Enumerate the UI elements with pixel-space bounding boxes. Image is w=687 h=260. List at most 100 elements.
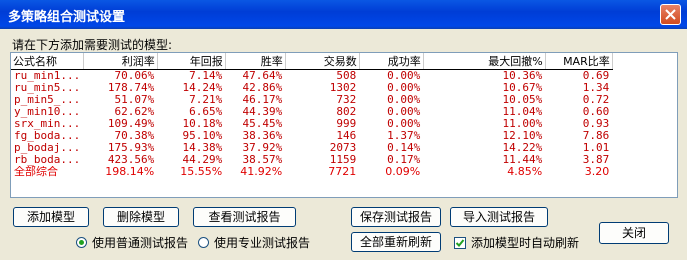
col-header[interactable]: MAR比率 — [545, 53, 613, 70]
table-row[interactable]: ru_min5... 178.74% 14.24% 42.86% 1302 0.00% 10… — [11, 82, 612, 94]
metric-cell: 109.49% — [107, 118, 155, 130]
model-table[interactable]: 公式名称 利润率 年回报 胜率 交易数 成功率 最大回撤% MAR比率 ru_m… — [10, 52, 678, 198]
formula-name-cell: ru_min1... — [14, 69, 81, 82]
title-bar[interactable]: 多策略组合测试设置 — [0, 0, 687, 29]
metric-cell: 38.57% — [242, 154, 283, 166]
metric-cell: 7.14% — [189, 69, 223, 82]
metric-cell: 178.74% — [107, 82, 155, 94]
col-header[interactable]: 交易数 — [285, 53, 360, 70]
metric-cell: 0.00% — [387, 82, 421, 94]
metric-cell: 3.20 — [584, 166, 610, 178]
metric-cell: 6.65% — [189, 106, 223, 118]
metric-cell: 95.10% — [182, 130, 223, 142]
formula-name-cell: rb_boda... — [14, 154, 81, 166]
metric-cell: 2073 — [329, 142, 357, 154]
pro-report-radio[interactable]: 使用专业测试报告 — [198, 234, 310, 251]
col-header[interactable]: 公式名称 — [11, 53, 84, 70]
metric-cell: 46.17% — [242, 94, 283, 106]
metric-cell: 10.67% — [502, 82, 543, 94]
formula-name-cell: 全部综合 — [14, 166, 58, 178]
col-header[interactable]: 最大回撤% — [423, 53, 546, 70]
formula-name-cell: p_bodaj... — [14, 142, 81, 154]
metric-cell: 1302 — [329, 82, 357, 94]
metric-cell: 7.21% — [189, 94, 223, 106]
metric-cell: 999 — [336, 118, 357, 130]
metric-cell: 0.09% — [385, 166, 421, 178]
normal-report-radio[interactable]: 使用普通测试报告 — [76, 234, 188, 251]
table-row[interactable]: p_bodaj... 175.93% 14.38% 37.92% 2073 0.14% 14… — [11, 142, 612, 154]
metric-cell: 10.36% — [502, 69, 543, 82]
metric-cell: 7721 — [328, 166, 357, 178]
metric-cell: 0.93 — [582, 118, 610, 130]
view-report-button[interactable]: 查看测试报告 — [193, 207, 296, 227]
formula-name-cell: srx_min... — [14, 118, 81, 130]
metric-cell: 175.93% — [107, 142, 155, 154]
metric-cell: 4.85% — [507, 166, 543, 178]
metric-cell: 11.00% — [502, 118, 543, 130]
table-row[interactable]: p_min5_... 51.07% 7.21% 46.17% 732 0.00% 10.05… — [11, 94, 612, 106]
metric-cell: 44.39% — [242, 106, 283, 118]
close-icon[interactable] — [660, 4, 681, 25]
table-row[interactable]: fg_boda... 70.38% 95.10% 38.36% 146 1.37% 12.1… — [11, 130, 612, 142]
metric-cell: 0.00% — [387, 118, 421, 130]
col-header[interactable]: 胜率 — [225, 53, 286, 70]
metric-cell: 70.06% — [114, 69, 155, 82]
table-header-row: 公式名称 利润率 年回报 胜率 交易数 成功率 最大回撤% MAR比率 — [11, 53, 613, 70]
metric-cell: 732 — [336, 94, 357, 106]
normal-report-label: 使用普通测试报告 — [92, 236, 189, 250]
metric-cell: 0.69 — [582, 69, 610, 82]
metric-cell: 12.10% — [502, 130, 543, 142]
metric-cell: 70.38% — [114, 130, 155, 142]
metric-cell: 0.00% — [387, 106, 421, 118]
metric-cell: 47.64% — [242, 69, 283, 82]
metric-cell: 1159 — [329, 154, 357, 166]
metric-cell: 508 — [336, 69, 357, 82]
table-row[interactable]: srx_min... 109.49% 10.18% 45.45% 999 0.00% 11.… — [11, 118, 612, 130]
metric-cell: 802 — [336, 106, 357, 118]
metric-cell: 10.05% — [502, 94, 543, 106]
metric-cell: 0.17% — [387, 154, 421, 166]
add-model-button[interactable]: 添加模型 — [13, 207, 89, 227]
metric-cell: 0.72 — [582, 94, 610, 106]
table-row[interactable]: rb_boda... 423.56% 44.29% 38.57% 1159 0.17% 11… — [11, 154, 612, 166]
metric-cell: 44.29% — [182, 154, 223, 166]
metric-cell: 10.18% — [182, 118, 223, 130]
formula-name-cell: ru_min5... — [14, 82, 81, 94]
metric-cell: 51.07% — [114, 94, 155, 106]
auto-refresh-label: 添加模型时自动刷新 — [471, 236, 580, 250]
metric-cell: 1.34 — [582, 82, 610, 94]
col-header[interactable]: 年回报 — [157, 53, 226, 70]
window-title: 多策略组合测试设置 — [8, 10, 126, 25]
import-report-button[interactable]: 导入测试报告 — [450, 207, 548, 227]
auto-refresh-checkbox[interactable]: 添加模型时自动刷新 — [454, 234, 579, 251]
col-header[interactable]: 利润率 — [83, 53, 158, 70]
delete-model-button[interactable]: 删除模型 — [103, 207, 179, 227]
metric-cell: 0.14% — [387, 142, 421, 154]
table-row[interactable]: y_min10... 62.62% 6.65% 44.39% 802 0.00% 11.04… — [11, 106, 612, 118]
dialog-window: 多策略组合测试设置 请在下方添加需要测试的模型: 公式名称 利润率 年回报 胜率… — [0, 0, 687, 260]
col-header[interactable]: 成功率 — [359, 53, 424, 70]
total-row[interactable]: 全部综合 198.14% 15.55% 41.92% 7721 0.09% 4.85% 3.2… — [11, 166, 612, 178]
close-button[interactable]: 关闭 — [599, 222, 669, 244]
formula-name-cell: y_min10... — [14, 106, 81, 118]
checkbox-checked-icon — [454, 236, 466, 249]
metric-cell: 14.24% — [182, 82, 223, 94]
metric-cell: 11.04% — [502, 106, 543, 118]
metric-cell: 38.36% — [242, 130, 283, 142]
metric-cell: 41.92% — [240, 166, 283, 178]
metric-cell: 15.55% — [180, 166, 223, 178]
metric-cell: 423.56% — [107, 154, 155, 166]
table-row[interactable]: ru_min1... 70.06% 7.14% 47.64% 508 0.00% 10.36… — [11, 70, 612, 83]
metric-cell: 42.86% — [242, 82, 283, 94]
pro-report-label: 使用专业测试报告 — [214, 236, 311, 250]
metric-cell: 45.45% — [242, 118, 283, 130]
metric-cell: 0.00% — [387, 69, 421, 82]
metric-cell: 11.44% — [502, 154, 543, 166]
refresh-all-button[interactable]: 全部重新刷新 — [351, 232, 441, 252]
metric-cell: 14.22% — [502, 142, 543, 154]
metric-cell: 198.14% — [105, 166, 155, 178]
radio-checked-icon — [76, 237, 87, 248]
metric-cell: 1.01 — [582, 142, 610, 154]
save-report-button[interactable]: 保存测试报告 — [351, 207, 441, 227]
metric-cell: 146 — [336, 130, 357, 142]
